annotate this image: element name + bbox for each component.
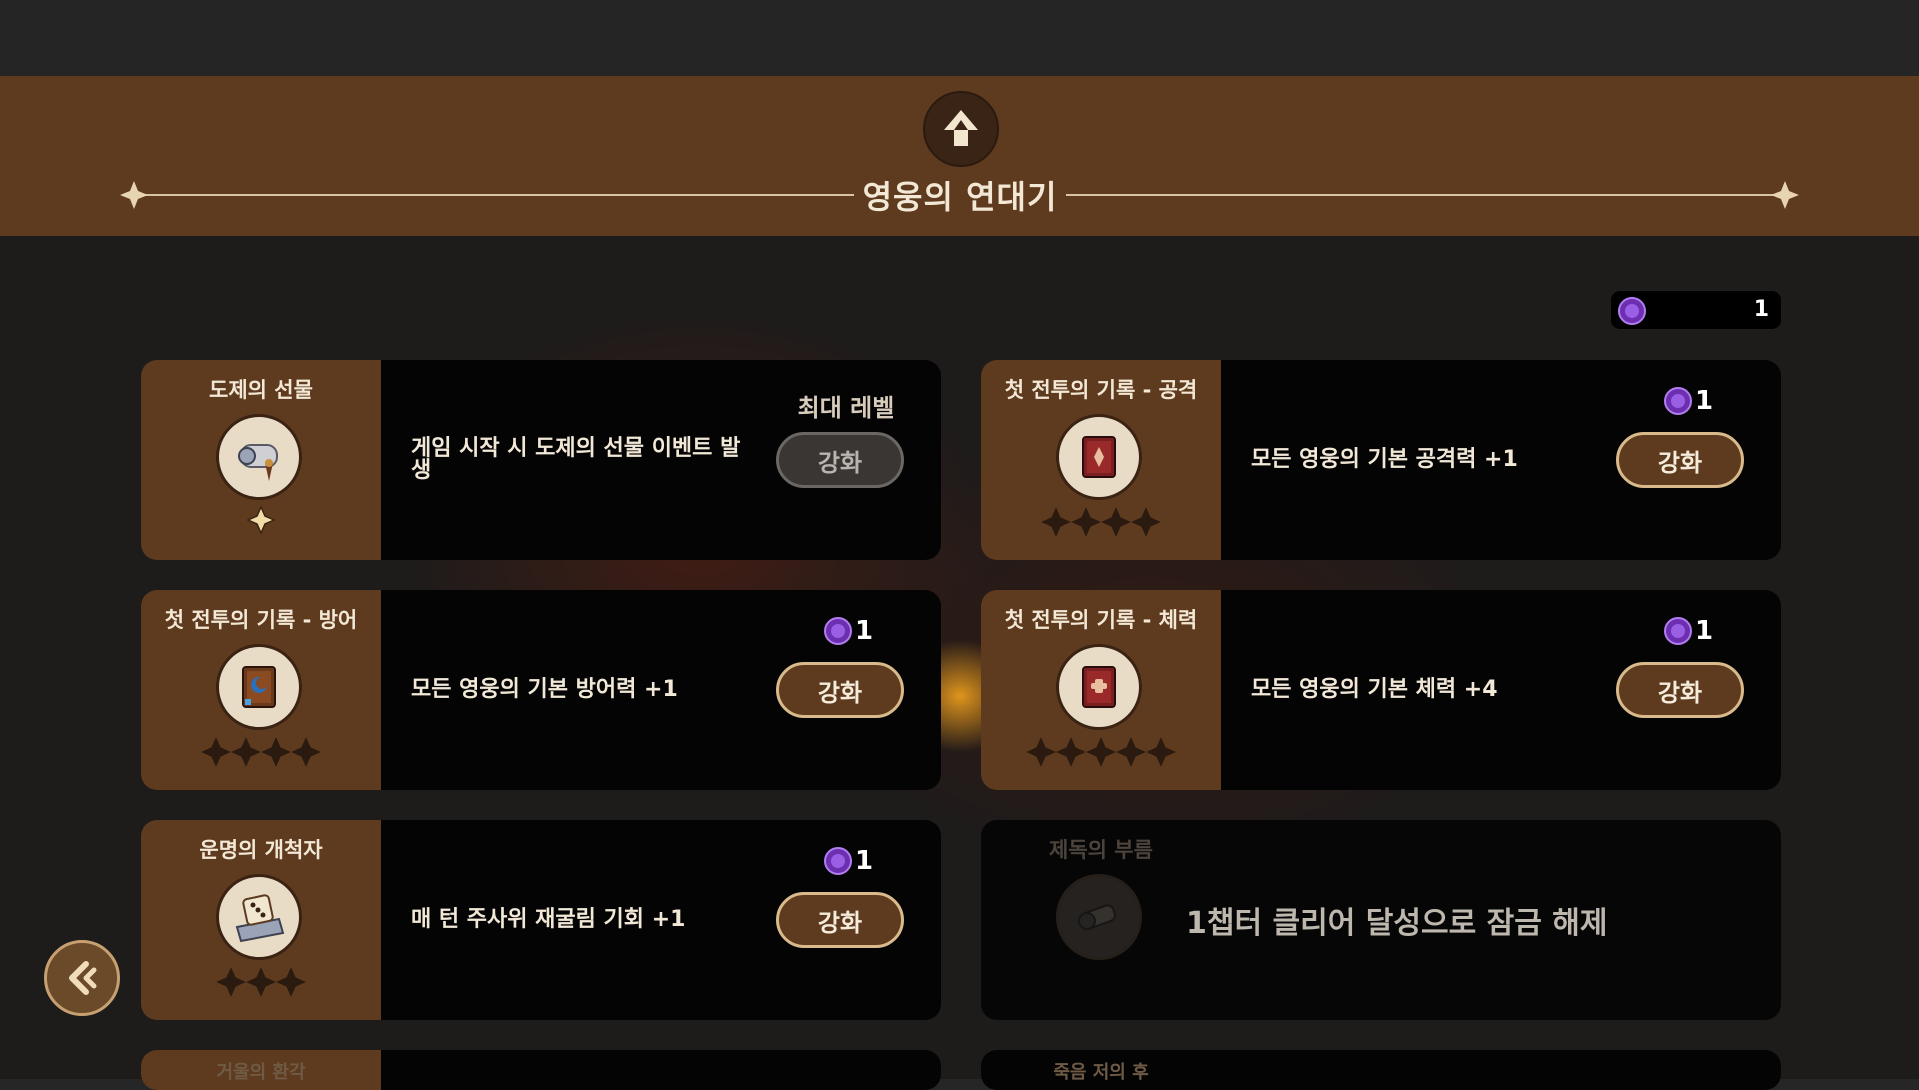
upgrade-button[interactable]: 강화 [776, 432, 904, 488]
upgrade-card: 첫 전투의 기록 - 체력 모든 영웅의 기본 체력 +4 1 강화 [981, 590, 1781, 790]
star-rating [981, 736, 1221, 772]
star-icon [246, 967, 276, 997]
star-icon [216, 967, 246, 997]
purple-gem-icon [1618, 297, 1646, 325]
star-icon [201, 737, 231, 767]
upgrade-button[interactable]: 강화 [776, 892, 904, 948]
star-rating [141, 966, 381, 1002]
page-title: 영웅의 연대기 [862, 178, 1058, 216]
cost-amount: 1 [1695, 616, 1714, 646]
card-title: 운명의 개척자 [199, 838, 323, 862]
header-banner: 영웅의 연대기 [0, 76, 1919, 236]
upgrade-button[interactable]: 강화 [776, 662, 904, 718]
upgrade-cost: 1 [823, 844, 873, 878]
top-bar [0, 0, 1919, 76]
star-icon [1116, 737, 1146, 767]
header-line-left [134, 194, 854, 196]
dice-map-icon [216, 874, 302, 960]
upgrade-card: 운명의 개척자 매 턴 주사위 재굴림 기회 +1 1 강화 [141, 820, 941, 1020]
upgrade-cost: 1 [1663, 614, 1713, 648]
cost-amount: 1 [1695, 386, 1714, 416]
star-icon [1086, 737, 1116, 767]
max-level-label: 최대 레벨 [797, 394, 895, 422]
back-arrow-icon [69, 961, 97, 995]
star-icon [231, 737, 261, 767]
card-title: 첫 전투의 기록 - 공격 [1004, 378, 1198, 402]
card-side-panel: 운명의 개척자 [141, 820, 381, 1020]
star-icon [1056, 737, 1086, 767]
card-description: 모든 영웅의 기본 공격력 +1 [1251, 447, 1518, 472]
card-title: 첫 전투의 기록 - 방어 [164, 608, 358, 632]
header-line-right [1066, 194, 1786, 196]
cost-amount: 1 [855, 846, 874, 876]
upgrade-cost: 1 [823, 614, 873, 648]
currency-amount: 1 [1753, 297, 1769, 322]
card-side-panel: 거울의 환각 [141, 1050, 381, 1090]
star-icon [246, 505, 276, 535]
currency-display: 1 [1610, 290, 1782, 330]
star-icon [1026, 737, 1056, 767]
star-icon [1101, 507, 1131, 537]
upgrade-button[interactable]: 강화 [1616, 662, 1744, 718]
purple-gem-icon [1664, 387, 1692, 415]
card-side-panel: 첫 전투의 기록 - 방어 [141, 590, 381, 790]
upgrade-card: 죽음 저의 후 [981, 1050, 1781, 1090]
card-title: 제독의 부름 [1049, 838, 1153, 862]
red-book-icon [1056, 414, 1142, 500]
diamond-ornament-icon [1771, 181, 1799, 209]
purple-gem-icon [824, 847, 852, 875]
back-button[interactable] [44, 940, 120, 1016]
card-title: 거울의 환각 [216, 1062, 306, 1083]
card-side-panel: 첫 전투의 기록 - 체력 [981, 590, 1221, 790]
spyglass-icon [1056, 874, 1142, 960]
scroll-icon [216, 414, 302, 500]
blue-book-icon [216, 644, 302, 730]
upgrade-card: 도제의 선물 게임 시작 시 도제의 선물 이벤트 발생 최대 레벨 강화 [141, 360, 941, 560]
card-description: 게임 시작 시 도제의 선물 이벤트 발생 [411, 436, 741, 483]
star-icon [1041, 507, 1071, 537]
card-description: 매 턴 주사위 재굴림 기회 +1 [411, 907, 686, 932]
star-icon [261, 737, 291, 767]
star-rating [981, 506, 1221, 542]
upgrade-cost: 1 [1663, 384, 1713, 418]
unlock-condition-text: 1챕터 클리어 달성으로 잠금 해제 [1186, 906, 1608, 941]
star-icon [276, 967, 306, 997]
upgrade-button[interactable]: 강화 [1616, 432, 1744, 488]
upgrade-card: 첫 전투의 기록 - 방어 모든 영웅의 기본 방어력 +1 1 강화 [141, 590, 941, 790]
upgrade-arrow-icon [923, 91, 999, 167]
star-rating [141, 736, 381, 772]
red-book-icon [1056, 644, 1142, 730]
star-icon [291, 737, 321, 767]
upgrade-card: 거울의 환각 [141, 1050, 941, 1090]
card-description: 모든 영웅의 기본 방어력 +1 [411, 677, 678, 702]
star-rating [141, 505, 381, 538]
star-icon [1071, 507, 1101, 537]
card-side-panel: 첫 전투의 기록 - 공격 [981, 360, 1221, 560]
star-icon [1131, 507, 1161, 537]
cost-amount: 1 [855, 616, 874, 646]
upgrade-card: 첫 전투의 기록 - 공격 모든 영웅의 기본 공격력 +1 1 강화 [981, 360, 1781, 560]
purple-gem-icon [1664, 617, 1692, 645]
locked-upgrade-card: 제독의 부름 1챕터 클리어 달성으로 잠금 해제 [981, 820, 1781, 1020]
card-title: 죽음 저의 후 [1053, 1062, 1149, 1083]
card-title: 첫 전투의 기록 - 체력 [1004, 608, 1198, 632]
diamond-ornament-icon [120, 181, 148, 209]
purple-gem-icon [824, 617, 852, 645]
card-title: 도제의 선물 [209, 378, 313, 402]
card-description: 모든 영웅의 기본 체력 +4 [1251, 677, 1498, 702]
star-icon [1146, 737, 1176, 767]
card-side-panel: 도제의 선물 [141, 360, 381, 560]
